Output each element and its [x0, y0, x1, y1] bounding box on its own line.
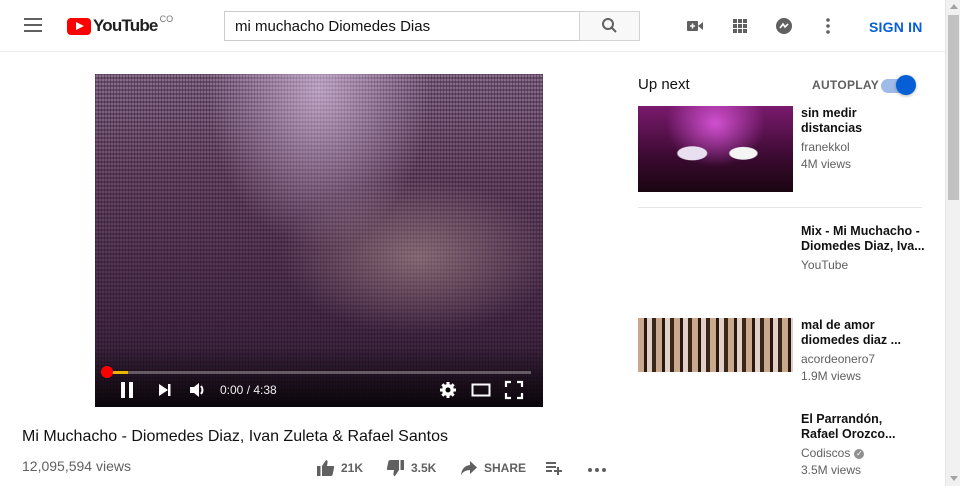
- play-logo-icon: [67, 17, 91, 35]
- sign-in-button[interactable]: SIGN IN: [869, 19, 923, 35]
- playlist-add-icon: [546, 462, 562, 475]
- recommendation-title[interactable]: mal de amor diomedes diaz ...: [801, 318, 926, 348]
- scroll-thumb[interactable]: [948, 15, 959, 200]
- recommendation-views: 3.5M views: [801, 463, 862, 477]
- recommendation-item[interactable]: El Parrandón, Rafael Orozco... Codiscos ✓ …: [638, 412, 928, 482]
- recommendation-views: 4M views: [801, 157, 852, 171]
- sidebar-divider: [638, 207, 922, 208]
- settings-gear-icon[interactable]: [438, 380, 458, 400]
- next-icon[interactable]: [155, 380, 175, 400]
- dislike-button[interactable]: 3.5K: [386, 458, 436, 478]
- recommendation-title[interactable]: El Parrandón, Rafael Orozco...: [801, 412, 926, 442]
- share-button[interactable]: SHARE: [460, 458, 526, 478]
- recommendation-item[interactable]: mal de amor diomedes diaz ... acordeonero…: [638, 318, 928, 383]
- masthead: YouTube CO SIGN IN: [0, 0, 945, 52]
- share-arrow-icon: [461, 461, 477, 475]
- logo-country-code: CO: [159, 14, 174, 24]
- progress-bar[interactable]: [107, 371, 531, 374]
- apps-grid-icon[interactable]: [731, 17, 749, 35]
- recommendation-channel[interactable]: Codiscos ✓: [801, 446, 865, 460]
- recommendation-channel[interactable]: acordeonero7: [801, 352, 875, 366]
- search-input[interactable]: [224, 11, 580, 41]
- like-button[interactable]: 21K: [316, 458, 363, 478]
- recommendation-item-mix[interactable]: Mix - Mi Muchacho - Diomedes Diaz, Iva...…: [638, 224, 928, 284]
- volume-icon[interactable]: [188, 380, 208, 400]
- video-title: Mi Muchacho - Diomedes Diaz, Ivan Zuleta…: [22, 428, 448, 445]
- video-thumbnail[interactable]: [638, 106, 793, 192]
- thumbs-down-icon: [386, 460, 404, 476]
- search-icon: [602, 18, 617, 33]
- messages-icon[interactable]: [775, 17, 793, 35]
- up-next-heading: Up next: [638, 76, 690, 93]
- more-vert-icon[interactable]: [819, 17, 837, 35]
- recommendation-title[interactable]: Mix - Mi Muchacho - Diomedes Diaz, Iva...: [801, 224, 926, 254]
- more-horiz-icon: [588, 468, 606, 472]
- pause-icon[interactable]: [117, 380, 137, 400]
- save-to-playlist-button[interactable]: [545, 458, 569, 478]
- page-scrollbar[interactable]: [945, 0, 960, 486]
- time-display: 0:00 / 4:38: [220, 383, 277, 397]
- fullscreen-icon[interactable]: [504, 380, 524, 400]
- youtube-logo[interactable]: YouTube CO: [67, 14, 174, 37]
- scroll-up-arrow-icon[interactable]: [950, 4, 958, 9]
- recommendation-title[interactable]: sin medir distancias: [801, 106, 926, 136]
- search-button[interactable]: [579, 11, 640, 41]
- recommendation-channel[interactable]: franekkol: [801, 140, 850, 154]
- more-actions-button[interactable]: [587, 458, 613, 478]
- autoplay-label: AUTOPLAY: [812, 78, 880, 92]
- thumbs-up-icon: [317, 460, 335, 476]
- video-thumbnail[interactable]: [638, 318, 793, 372]
- recommendation-views: 1.9M views: [801, 369, 862, 383]
- autoplay-toggle-knob[interactable]: [896, 75, 916, 95]
- recommendation-channel[interactable]: YouTube: [801, 258, 848, 272]
- logo-text: YouTube: [93, 16, 158, 35]
- menu-icon[interactable]: [24, 18, 42, 32]
- dislike-count: 3.5K: [411, 461, 437, 475]
- share-label: SHARE: [484, 461, 527, 475]
- view-count: 12,095,594 views: [22, 458, 131, 474]
- scrubber-handle[interactable]: [101, 366, 113, 378]
- video-player[interactable]: 0:00 / 4:38: [95, 74, 543, 407]
- like-count: 21K: [341, 461, 364, 475]
- verified-check-icon: ✓: [854, 448, 865, 459]
- theater-mode-icon[interactable]: [471, 380, 491, 400]
- recommendation-item[interactable]: sin medir distancias franekkol 4M views: [638, 106, 928, 196]
- create-video-icon[interactable]: [686, 17, 704, 35]
- scroll-down-arrow-icon[interactable]: [950, 476, 958, 481]
